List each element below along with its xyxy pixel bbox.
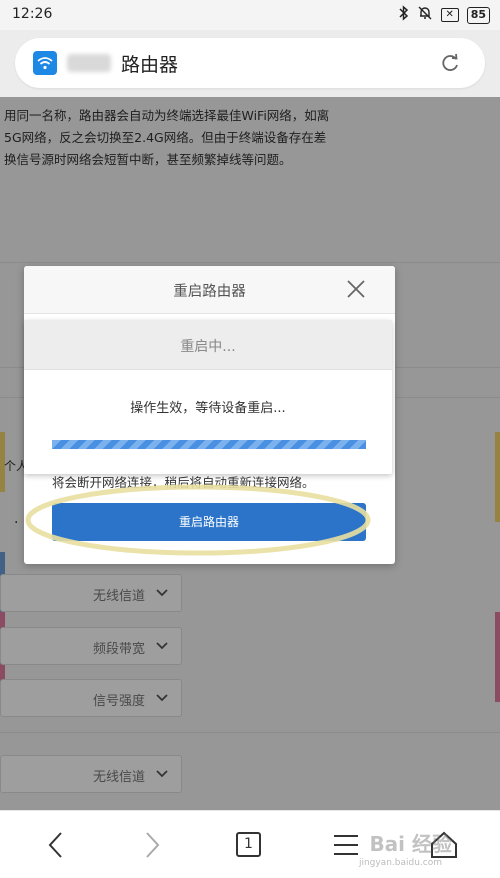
- watermark: Bai 经验: [369, 832, 452, 856]
- bell-off-icon: [417, 5, 433, 25]
- blurred-brand: [67, 54, 111, 72]
- progress-message: 操作生效，等待设备重启...: [130, 401, 286, 416]
- status-icons: ✕ 85: [399, 5, 490, 25]
- progress-dialog-header: 重启中...: [24, 320, 392, 370]
- bluetooth-icon: [399, 5, 409, 25]
- status-bar: 12:26 ✕ 85: [0, 0, 500, 30]
- reboot-button[interactable]: 重启路由器: [52, 503, 366, 541]
- battery-icon: 85: [466, 6, 490, 24]
- progress-dialog-title: 重启中...: [180, 339, 236, 355]
- watermark-url: jingyan.baidu.com: [358, 858, 442, 868]
- mute-box-icon: ✕: [440, 8, 459, 22]
- close-icon[interactable]: [345, 278, 367, 300]
- progress-bar: [52, 440, 366, 449]
- reload-icon[interactable]: [439, 52, 461, 74]
- forward-icon[interactable]: [132, 825, 172, 865]
- tab-count: 1: [236, 832, 261, 857]
- dialog-header: 重启路由器: [24, 266, 395, 314]
- progress-dialog: 重启中... 操作生效，等待设备重启...: [24, 320, 392, 474]
- warning-text: 将会断开网络连接，稍后将自动重新连接网络。: [52, 475, 315, 490]
- address-bar[interactable]: 路由器: [15, 38, 485, 88]
- status-time: 12:26: [12, 6, 53, 22]
- back-icon[interactable]: [36, 825, 76, 865]
- tabs-icon[interactable]: 1: [229, 825, 269, 865]
- page-title: 路由器: [121, 54, 179, 76]
- dialog-title: 重启路由器: [173, 284, 246, 300]
- wifi-icon: [33, 51, 57, 75]
- progress-fill: [52, 440, 366, 449]
